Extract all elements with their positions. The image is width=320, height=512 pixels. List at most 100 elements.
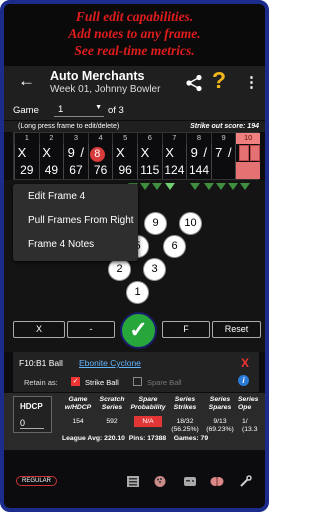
frame-number-selected[interactable]: 10 — [235, 133, 260, 144]
scorecard-icon[interactable] — [126, 475, 140, 488]
frame-number[interactable]: 9 — [210, 133, 236, 144]
stat-value: 154 — [60, 418, 96, 426]
spare-ball-label: Spare Ball — [147, 378, 182, 387]
stat-value-line: 9/13 — [213, 418, 227, 425]
stat-header-line: Probability — [130, 403, 166, 411]
frame-ball-label: F10:B1 Ball — [19, 358, 63, 368]
app-frame: Full edit capabilities. Add notes to any… — [0, 0, 269, 512]
frame-total: 124 — [161, 162, 187, 179]
hdcp-input[interactable]: 0 — [20, 418, 44, 429]
scoreboard: 1 2 3 4 5 6 7 8 9 10 X X 9/ 8 X X X 9/ 7… — [13, 132, 261, 180]
reset-button[interactable]: Reset — [212, 321, 261, 338]
frame-number[interactable]: 8 — [186, 133, 211, 144]
game-dropdown[interactable]: 1 ▼ — [54, 103, 104, 117]
ball-mark: X — [17, 145, 27, 160]
frame-number[interactable]: 4 — [87, 133, 113, 144]
pin-3[interactable]: 3 — [143, 258, 166, 281]
pin-6[interactable]: 6 — [163, 235, 186, 258]
hint-row: (Long press frame to edit/delete) Strike… — [4, 121, 265, 132]
frame-number[interactable]: 3 — [63, 133, 88, 144]
frame-number[interactable]: 2 — [38, 133, 64, 144]
frame-ten-box — [239, 145, 250, 161]
ball-mark: / — [227, 145, 232, 160]
tools-icon[interactable] — [239, 475, 253, 488]
app-title: Auto Merchants — [50, 69, 145, 83]
pin-2[interactable]: 2 — [108, 258, 131, 281]
triangle-icon — [228, 183, 238, 190]
close-icon[interactable]: X — [241, 356, 249, 370]
app-bar: ← Auto Merchants Week 01, Johnny Bowler … — [4, 66, 265, 100]
ball-mark: X — [116, 145, 125, 160]
frame-total: 144 — [186, 162, 211, 179]
game-selector-row: Game 1 ▼ of 3 — [4, 100, 265, 120]
strike-ball-label: Strike Ball — [85, 378, 119, 387]
pin-9[interactable]: 9 — [144, 212, 167, 235]
frame-number[interactable]: 5 — [112, 133, 137, 144]
frame-cell[interactable]: X — [38, 144, 64, 162]
more-options-icon[interactable]: ⋮ — [244, 73, 259, 91]
frame-number[interactable]: 6 — [137, 133, 162, 144]
bowling-ball-icon[interactable] — [153, 475, 167, 488]
stat-header: Game w/HDCP — [60, 396, 96, 411]
menu-item-frame-notes[interactable]: Frame 4 Notes — [28, 239, 94, 250]
frame-total — [210, 162, 236, 179]
ball-mark: / — [203, 145, 207, 160]
frame-total-selected — [235, 162, 260, 179]
frame-number[interactable]: 1 — [14, 133, 39, 144]
frame-number[interactable]: 7 — [161, 133, 187, 144]
stat-header-line: Ope — [238, 403, 252, 411]
stat-value: 592 — [95, 418, 129, 426]
game-icon[interactable] — [183, 475, 197, 488]
stat-value-line: 1/ — [242, 418, 248, 425]
game-count: of 3 — [108, 105, 124, 116]
frame-cell[interactable]: 9/ — [186, 144, 211, 162]
promo-line-2: Add notes to any frame. — [68, 26, 201, 41]
frame-total: 115 — [137, 162, 162, 179]
pin-1[interactable]: 1 — [126, 281, 149, 304]
stat-header-line: Strikes — [173, 403, 197, 411]
back-arrow-icon[interactable]: ← — [18, 71, 35, 91]
ball-mark: 8 — [89, 145, 105, 162]
menu-item-pull-frames[interactable]: Pull Frames From Right — [28, 215, 134, 226]
ball-mark: / — [80, 145, 84, 160]
confirm-button[interactable]: ✓ — [120, 312, 157, 349]
strike-button[interactable]: X — [13, 321, 65, 338]
strike-ball-checkbox[interactable]: ✓ — [71, 377, 80, 386]
regular-badge[interactable]: REGULAR — [16, 476, 58, 486]
frame-total: 76 — [87, 162, 113, 179]
menu-item-edit-frame[interactable]: Edit Frame 4 — [28, 191, 85, 202]
frame-cell[interactable]: 7/ — [210, 144, 236, 162]
game-dropdown-value: 1 — [58, 104, 64, 115]
frame-cell[interactable]: 8 — [87, 144, 113, 162]
triangle-icon — [152, 183, 162, 190]
retain-label: Retain as: — [24, 378, 58, 387]
miss-button[interactable]: - — [67, 321, 115, 338]
frame-total: 96 — [112, 162, 137, 179]
frame-cell[interactable]: 9/ — [63, 144, 88, 162]
bottom-nav: REGULAR — [4, 470, 265, 496]
foul-button[interactable]: F — [162, 321, 210, 338]
stat-value-line: 18/32 — [176, 418, 194, 425]
info-icon[interactable]: i — [238, 375, 249, 386]
frame-total: 29 — [14, 162, 39, 179]
stat-value: N/A — [134, 416, 162, 427]
frame-cell[interactable]: X — [14, 144, 39, 162]
stat-header-line: Spare — [138, 396, 158, 403]
spare-ball-checkbox[interactable] — [133, 377, 142, 386]
frame-cell-selected[interactable] — [235, 144, 261, 162]
stat-value-line: 592 — [106, 418, 118, 425]
share-icon[interactable] — [185, 74, 203, 92]
stat-header-line: Series — [209, 396, 231, 403]
frame-cell[interactable]: X — [137, 144, 162, 162]
promo-line-1: Full edit capabilities. — [75, 9, 194, 24]
game-label: Game — [13, 105, 39, 116]
brain-icon[interactable] — [210, 475, 224, 488]
help-icon[interactable]: ? — [212, 67, 226, 94]
frame-cell[interactable]: X — [161, 144, 187, 162]
pin-10[interactable]: 10 — [179, 212, 202, 235]
frame-cell[interactable]: X — [112, 144, 137, 162]
stat-value: 18/32 (56.25%) — [167, 418, 203, 434]
triangle-icon — [165, 183, 175, 190]
stat-header: Spare Probability — [128, 396, 168, 411]
ball-name-link[interactable]: Ebonite Cyclone — [79, 358, 141, 368]
